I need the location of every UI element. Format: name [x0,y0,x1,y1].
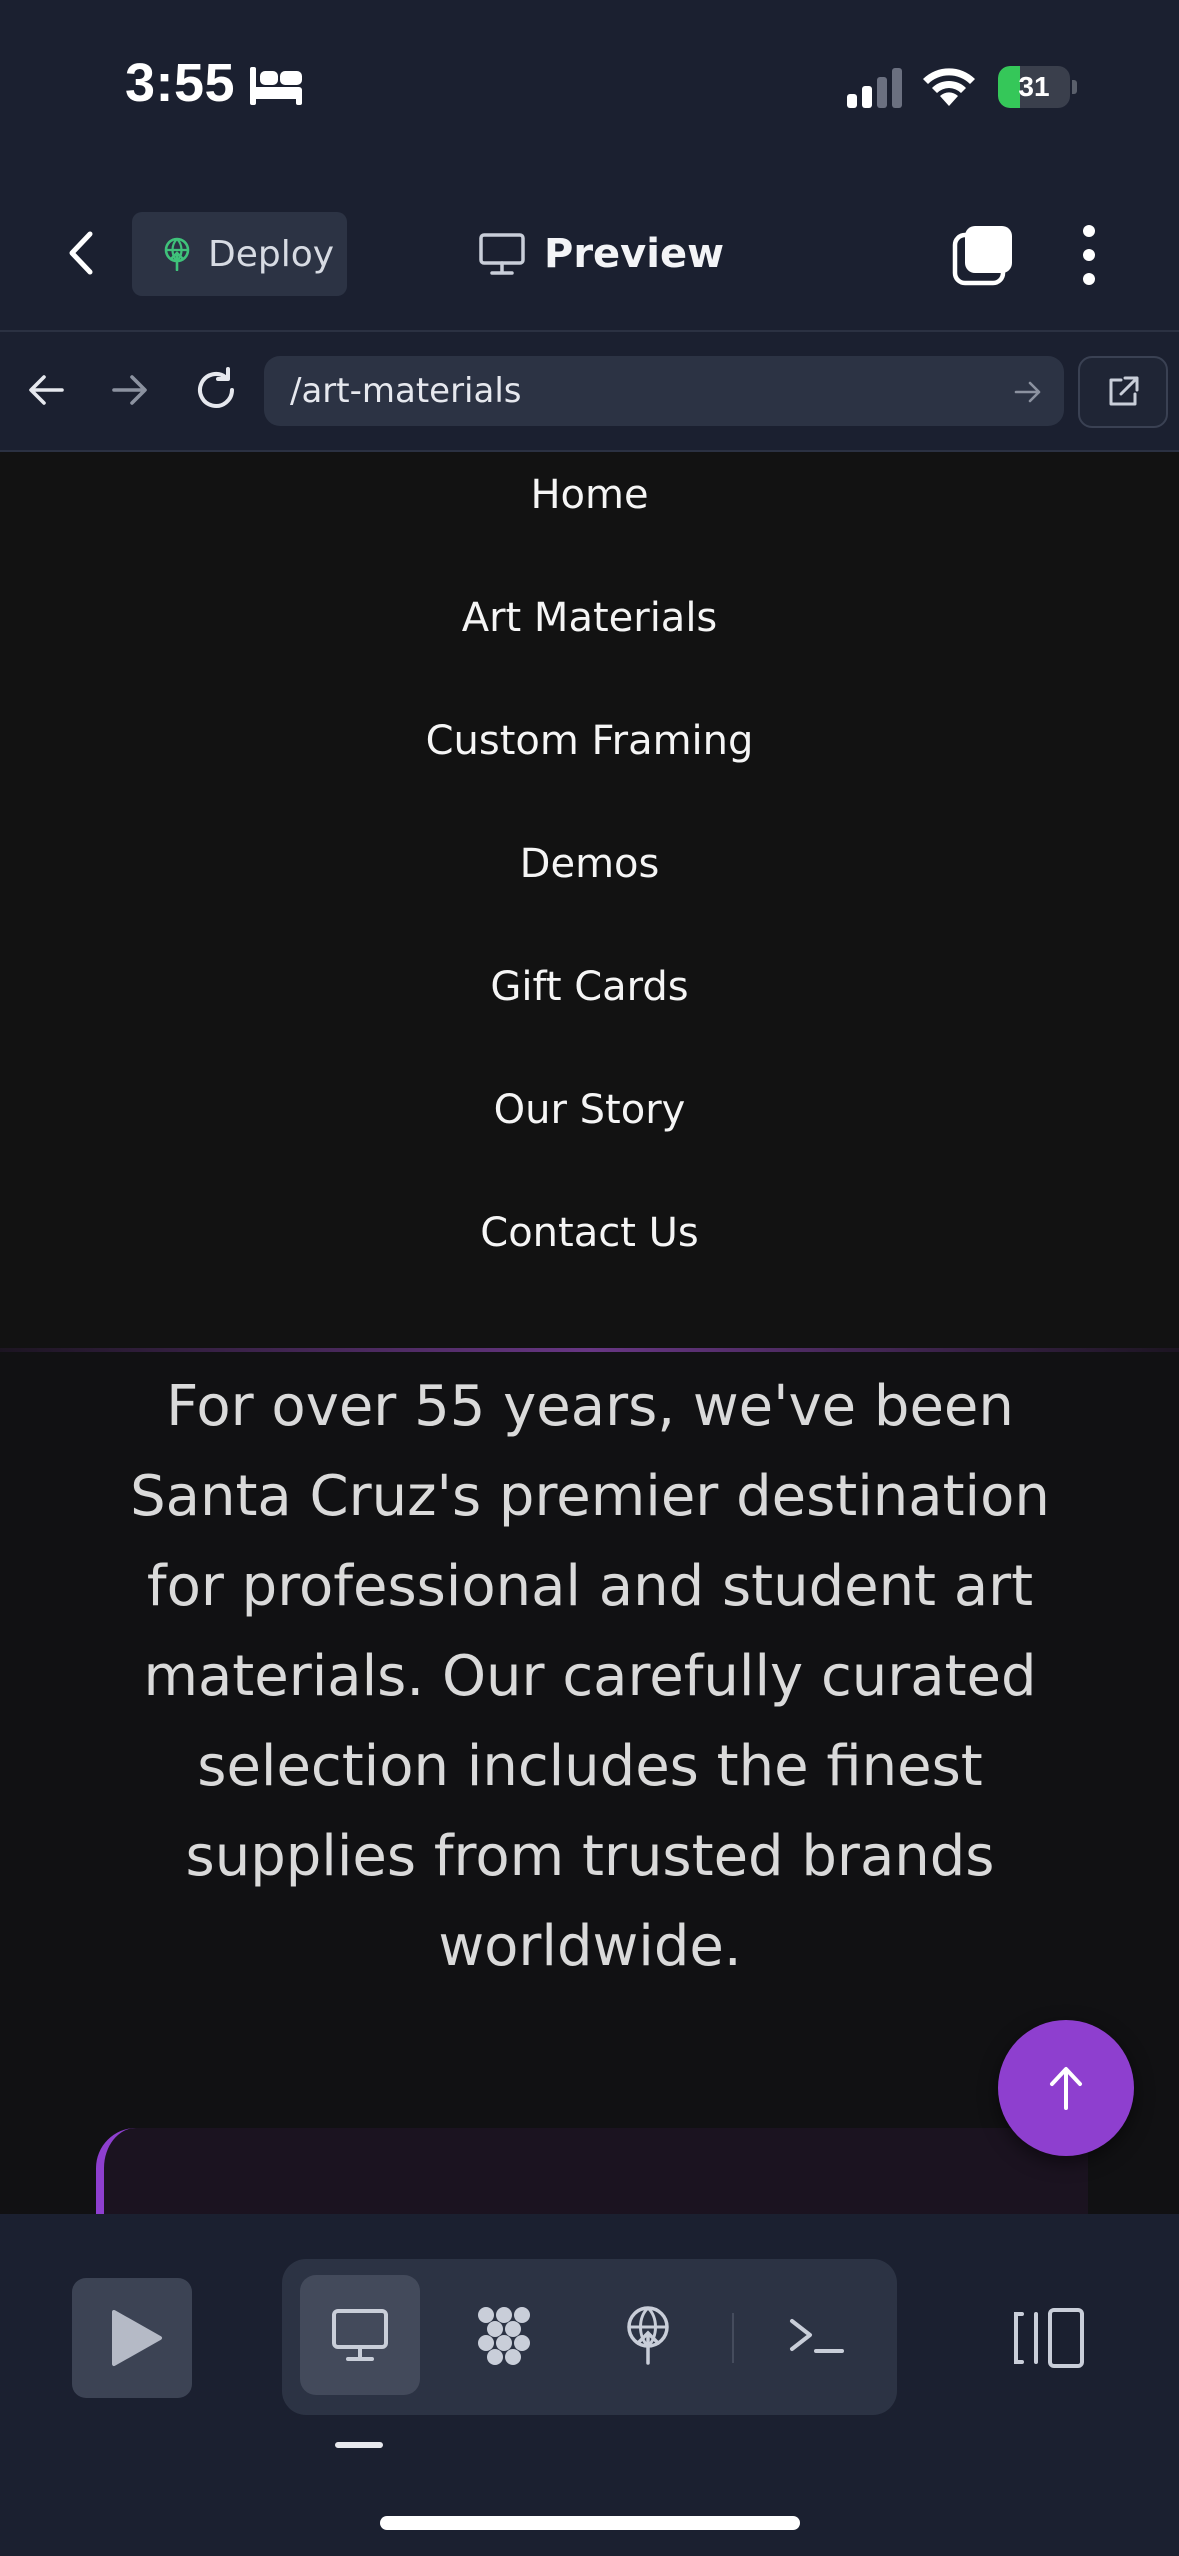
site-nav-menu: Home Art Materials Custom Framing Demos … [0,452,1179,1350]
status-time: 3:55 [125,53,236,113]
desktop-view-icon [332,2309,388,2361]
play-icon [112,2310,162,2366]
cellular-signal-icon [847,68,902,108]
cluster-view-button[interactable] [444,2275,564,2395]
monitor-icon [479,233,525,275]
battery-cap [1072,80,1077,94]
web-view: Home Art Materials Custom Framing Demos … [0,452,1179,2214]
open-external-button[interactable] [1078,356,1168,428]
home-indicator [380,2516,800,2530]
back-chevron-icon[interactable] [62,228,102,278]
arrow-up-icon [1050,2067,1082,2110]
battery-body: 31 [998,66,1070,108]
active-view-indicator [335,2442,383,2448]
nav-item-gift-cards[interactable]: Gift Cards [0,964,1179,1010]
bottom-toolbar [0,2214,1179,2556]
url-go-arrow-icon[interactable] [1014,378,1042,406]
deploy-button[interactable]: Deploy [132,212,347,296]
wifi-icon [923,68,975,106]
battery-charging-icon: 31 [998,66,1078,108]
status-bar: 3:55 31 [0,0,1179,170]
nav-item-demos[interactable]: Demos [0,841,1179,887]
arrow-right-icon[interactable] [110,370,150,410]
scroll-to-top-button[interactable] [998,2020,1134,2156]
nav-item-home[interactable]: Home [0,472,1179,518]
more-vertical-icon[interactable] [1075,224,1103,286]
side-panel-icon [1014,2308,1084,2368]
nav-item-our-story[interactable]: Our Story [0,1087,1179,1133]
deploy-globe-icon [164,237,190,271]
side-panel-button[interactable] [1000,2278,1120,2398]
nav-item-contact-us[interactable]: Contact Us [0,1210,1179,1256]
browser-bar: /art-materials [0,332,1179,452]
url-input[interactable]: /art-materials [264,356,1064,426]
toolbar-separator [732,2313,734,2363]
open-external-icon [1109,376,1139,406]
reload-icon[interactable] [192,366,240,414]
content-card [96,2128,1088,2214]
nav-item-art-materials[interactable]: Art Materials [0,595,1179,641]
deploy-globe-icon [627,2306,669,2365]
url-text: /art-materials [290,371,522,411]
terminal-button[interactable] [756,2275,876,2395]
deploy-view-button[interactable] [588,2275,708,2395]
view-switcher [282,2259,897,2415]
tabs-icon[interactable] [952,224,1014,286]
cluster-view-icon [478,2307,530,2365]
arrow-left-icon[interactable] [26,370,66,410]
menu-divider [0,1348,1179,1352]
battery-percent: 31 [1018,71,1050,102]
intro-paragraph: For over 55 years, we've been Santa Cruz… [130,1374,1050,1979]
app-toolbar: Deploy Preview [0,170,1179,332]
run-button[interactable] [72,2278,192,2398]
preview-label: Preview [544,231,725,277]
preview-tab[interactable]: Preview [478,222,724,286]
deploy-label: Deploy [208,233,335,275]
sleep-bed-icon [250,67,302,105]
terminal-icon [790,2319,844,2353]
nav-item-custom-framing[interactable]: Custom Framing [0,718,1179,764]
desktop-view-button[interactable] [300,2275,420,2395]
